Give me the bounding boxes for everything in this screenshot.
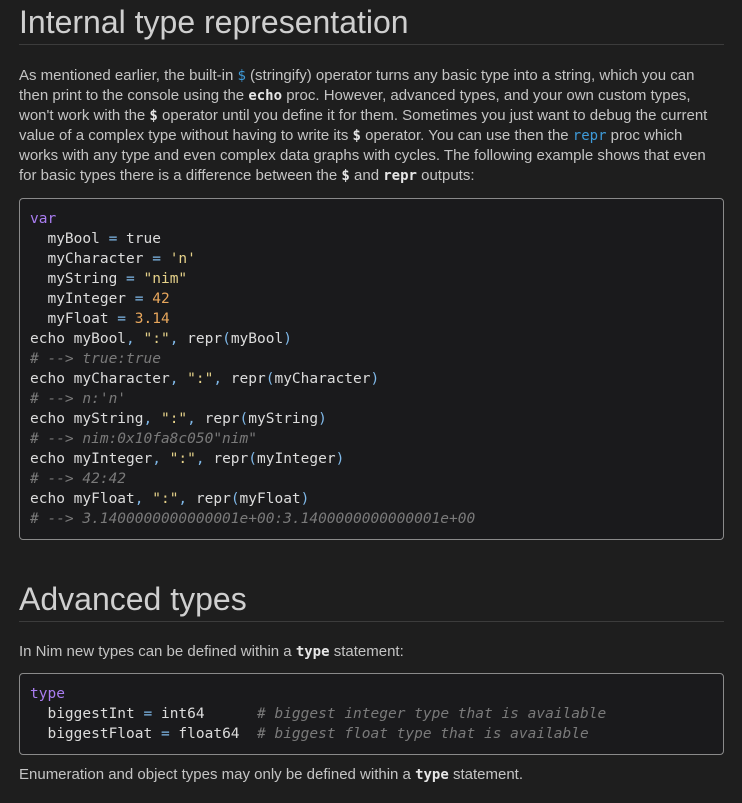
code-op: ( (248, 451, 257, 467)
code-string: ":" (152, 411, 188, 427)
code-comment: # --> 3.1400000000000001e+00:3.140000000… (30, 511, 476, 527)
text-run: statement. (448, 766, 523, 783)
code-ident: myFloat (239, 491, 301, 507)
code-value: true (126, 231, 161, 247)
section-title-internal-type: Internal type representation (19, 4, 409, 40)
code-op: , (134, 491, 144, 507)
repr-code: repr (383, 168, 417, 184)
intro-paragraph: As mentioned earlier, the built-in $ (st… (19, 66, 724, 186)
code-ident: myBool (230, 331, 284, 347)
code-ident: biggestInt (30, 706, 135, 722)
dollar-code: $ (352, 128, 361, 144)
text-run: Enumeration and object types may only be… (19, 766, 416, 783)
code-keyword: type (30, 686, 65, 702)
type-code: type (415, 767, 449, 783)
code-number: 42 (152, 291, 170, 307)
code-ident: echo myInteger (30, 451, 153, 467)
code-op: , (152, 451, 161, 467)
code-ident: repr (195, 411, 240, 427)
code-ident: myCharacter (274, 371, 371, 387)
code-ident: myBool (30, 231, 100, 247)
section-title-advanced-types: Advanced types (19, 581, 247, 617)
echo-code: echo (248, 88, 283, 104)
code-comment: # --> nim:0x10fa8c050"nim" (30, 431, 257, 447)
text-run: outputs: (416, 167, 475, 184)
code-ident: float64 (178, 726, 240, 742)
text-run: In Nim new types can be defined within a (19, 643, 296, 660)
code-op: , (178, 491, 188, 507)
code-ident: echo myString (30, 411, 144, 427)
code-op: , (195, 451, 205, 467)
code-op: = (143, 251, 170, 267)
section-divider (19, 44, 724, 45)
code-comment: # --> 42:42 (30, 471, 127, 487)
advanced-types-outro: Enumeration and object types may only be… (19, 765, 724, 785)
code-ident: myString (30, 271, 118, 287)
code-op: ) (335, 451, 345, 467)
section-divider (19, 621, 724, 622)
code-string: ":" (134, 331, 170, 347)
code-op: ) (300, 491, 310, 507)
code-op: = (134, 706, 161, 722)
code-op: , (143, 411, 153, 427)
code-op: = (152, 726, 179, 742)
code-block-repr-example: var myBool = true myCharacter = 'n' mySt… (19, 198, 724, 540)
code-string: ":" (160, 451, 196, 467)
code-block-type-example: type biggestInt = int64 # biggest intege… (19, 673, 724, 755)
code-op: = (108, 311, 135, 327)
code-op: = (126, 291, 153, 307)
code-op: , (126, 331, 135, 347)
code-ident: myString (248, 411, 319, 427)
code-op: , (187, 411, 196, 427)
type-code: type (295, 644, 330, 660)
code-string: ":" (143, 491, 179, 507)
code-ident: echo myBool (30, 331, 127, 347)
code-op: , (213, 371, 223, 387)
code-ident: echo myFloat (30, 491, 135, 507)
code-ident: myFloat (30, 311, 109, 327)
code-ident: echo myCharacter (30, 371, 170, 387)
text-run: operator. You can use then the (360, 127, 573, 144)
code-op: ( (230, 491, 240, 507)
code-op: ( (222, 331, 231, 347)
text-run: statement: (329, 643, 404, 660)
code-ident: myInteger (30, 291, 127, 307)
code-ident: repr (222, 371, 266, 387)
text-run: and (349, 167, 384, 184)
code-ident: myCharacter (30, 251, 144, 267)
code-comment: # biggest float type that is available (257, 726, 589, 742)
dollar-code: $ (149, 108, 158, 124)
code-op: ) (318, 411, 327, 427)
code-ident: repr (187, 491, 231, 507)
advanced-types-intro: In Nim new types can be defined within a… (19, 642, 724, 662)
code-string: "nim" (143, 271, 188, 287)
code-ident: repr (204, 451, 249, 467)
code-ident: myInteger (257, 451, 336, 467)
code-op: ) (283, 331, 292, 347)
code-op: = (99, 231, 127, 247)
code-string: ":" (178, 371, 214, 387)
code-keyword: var (30, 211, 57, 227)
code-number: 3.14 (134, 311, 170, 327)
code-ident: int64 (160, 706, 205, 722)
code-spacing (205, 706, 257, 722)
text-run: As mentioned earlier, the built-in (19, 67, 238, 84)
dollar-code: $ (341, 168, 350, 184)
code-op: ( (239, 411, 249, 427)
code-spacing (240, 726, 257, 742)
stringify-operator-link[interactable]: $ (237, 68, 245, 84)
code-string: 'n' (169, 251, 196, 267)
code-op: = (117, 271, 144, 287)
code-ident: repr (178, 331, 223, 347)
code-ident: biggestFloat (30, 726, 153, 742)
code-comment: # --> true:true (30, 351, 161, 367)
code-comment: # --> n:'n' (30, 391, 127, 407)
repr-proc-link[interactable]: repr (573, 128, 607, 144)
code-op: ) (370, 371, 380, 387)
article-content: Internal type representation As mentione… (19, 0, 724, 785)
code-comment: # biggest integer type that is available (257, 706, 607, 722)
